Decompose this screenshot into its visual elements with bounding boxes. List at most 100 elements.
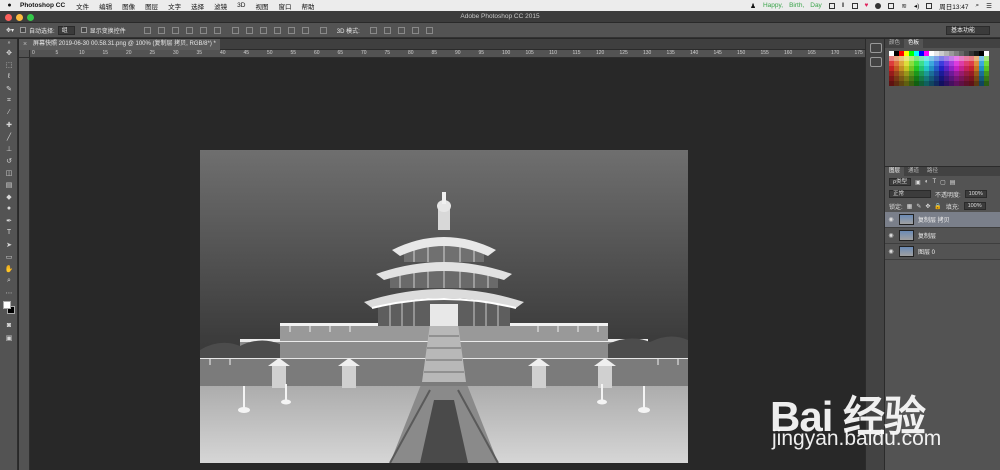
marquee-tool-icon[interactable]: ⬚ [2,59,16,70]
visibility-eye-icon[interactable]: ◉ [885,232,897,239]
workspace-dropdown[interactable]: 基本功能 [945,26,990,35]
visibility-eye-icon[interactable]: ◉ [885,216,897,223]
filter-type-icon[interactable]: T [932,179,936,185]
vertical-ruler[interactable] [19,58,30,470]
3d-pan-icon[interactable] [397,26,405,34]
volume-icon[interactable]: ◂) [914,2,919,10]
dropbox-icon[interactable] [875,2,882,9]
menu-list-icon[interactable]: ☰ [986,2,992,10]
menu-type[interactable]: 文字 [168,1,181,11]
align-left-icon[interactable] [185,26,193,34]
panel-collapse-icon[interactable]: » [2,40,16,46]
lock-move-icon[interactable]: ✥ [925,203,930,210]
distribute-bottom-icon[interactable] [259,26,267,34]
tab-color[interactable]: 颜色 [885,39,904,48]
close-tab-icon[interactable]: × [23,39,27,50]
blur-tool-icon[interactable]: ◆ [2,191,16,202]
type-tool-icon[interactable]: T [2,227,16,238]
pen-tool-icon[interactable]: ✒ [2,215,16,226]
horizontal-ruler[interactable]: 0 5 10 15 20 25 30 35 40 45 50 55 60 65 70 75 80 85 90 95 10… [30,50,865,58]
menu-layer[interactable]: 图层 [145,1,158,11]
filter-pixel-icon[interactable]: ▣ [915,179,921,186]
distribute-left-icon[interactable] [273,26,281,34]
tab-channels[interactable]: 通道 [904,167,923,176]
menu-3d[interactable]: 3D [237,2,245,9]
eraser-tool-icon[interactable]: ◫ [2,167,16,178]
layer-row[interactable]: ◉ 复制层 [885,228,1000,244]
menu-filter[interactable]: 滤镜 [214,1,227,11]
menu-image[interactable]: 图像 [122,1,135,11]
color-swatches[interactable] [2,301,15,317]
filter-shape-icon[interactable]: ▢ [940,179,946,186]
fill-input[interactable]: 100% [963,202,986,210]
align-center-icon[interactable] [199,26,207,34]
distribute-middle-icon[interactable] [245,26,253,34]
screen-mode-icon[interactable]: ▣ [2,332,16,343]
path-select-tool-icon[interactable]: ➤ [2,239,16,250]
bars-icon[interactable]: ‖ [842,2,845,9]
filter-adjust-icon[interactable]: ◐ [925,179,929,185]
layer-filter-dropdown[interactable]: ρ类型 [889,178,912,186]
menu-help[interactable]: 帮助 [301,1,314,11]
3d-scale-icon[interactable] [425,26,433,34]
align-top-icon[interactable] [143,26,151,34]
brush-tool-icon[interactable]: ╱ [2,131,16,142]
move-tool-icon[interactable]: ✥▾ [6,27,14,34]
lock-all-icon[interactable]: 🔒 [934,203,941,210]
heart-icon[interactable]: ♥ [865,2,869,9]
document-tab[interactable]: × 屏幕快照 2019-06-30 00.58.31.png @ 100% (复… [19,39,220,50]
tab-swatches[interactable]: 色板 [904,39,924,48]
align-right-icon[interactable] [213,26,221,34]
foreground-color-swatch[interactable] [3,301,11,309]
screen-icon[interactable] [851,2,858,9]
auto-select-checkbox[interactable] [20,27,27,33]
healing-brush-tool-icon[interactable]: ✚ [2,119,16,130]
history-brush-tool-icon[interactable]: ↺ [2,155,16,166]
menu-window[interactable]: 窗口 [278,1,291,11]
align-bottom-icon[interactable] [171,26,179,34]
more-tools-icon[interactable]: ⋯ [2,287,16,298]
lock-paint-icon[interactable]: ✎ [916,203,921,210]
filter-smart-icon[interactable]: ▤ [950,179,956,186]
zoom-tool-icon[interactable]: ⌕ [2,275,16,286]
swatch-grid[interactable] [889,51,996,86]
tab-layers[interactable]: 图层 [885,167,905,176]
menu-view[interactable]: 视图 [255,1,268,11]
lasso-tool-icon[interactable]: ℓ [2,71,16,82]
eyedropper-tool-icon[interactable]: ⁄ [2,107,16,118]
auto-align-icon[interactable] [319,26,327,34]
auto-select-dropdown[interactable]: 组 [57,25,75,35]
apple-icon[interactable]: ● [5,2,14,9]
crop-tool-icon[interactable]: ⌗ [2,95,16,106]
wifi-icon[interactable]: ≋ [901,2,906,10]
menu-file[interactable]: 文件 [76,1,89,11]
quick-mask-icon[interactable]: ◙ [2,320,16,331]
clipboard-icon[interactable] [828,2,835,9]
color-swatch[interactable] [984,81,989,86]
quick-select-tool-icon[interactable]: ✎ [2,83,16,94]
lock-pixels-icon[interactable]: ▦ [907,203,913,210]
distribute-right-icon[interactable] [301,26,309,34]
dodge-tool-icon[interactable]: ● [2,203,16,214]
menu-edit[interactable]: 编辑 [99,1,112,11]
menu-select[interactable]: 选择 [191,1,204,11]
search-icon[interactable]: ⌕ [976,2,980,10]
app-menu[interactable]: Photoshop CC [20,2,65,9]
battery-icon[interactable] [926,2,933,9]
layer-row[interactable]: ◉ 图层 0 [885,244,1000,260]
tab-paths[interactable]: 路径 [923,167,942,176]
opacity-input[interactable]: 100% [964,190,987,198]
distribute-center-icon[interactable] [287,26,295,34]
3d-slide-icon[interactable] [411,26,419,34]
layer-row[interactable]: ◉ 复制层 拷贝 [885,212,1000,228]
3d-rotate-icon[interactable] [369,26,377,34]
display-icon[interactable] [888,2,895,9]
3d-roll-icon[interactable] [383,26,391,34]
clock[interactable]: 周日13:47 [939,1,968,11]
gradient-tool-icon[interactable]: ▤ [2,179,16,190]
blend-mode-dropdown[interactable]: 正常 [889,190,931,198]
distribute-top-icon[interactable] [231,26,239,34]
move-tool-icon[interactable]: ✥ [2,47,16,58]
visibility-eye-icon[interactable]: ◉ [885,248,897,255]
hand-tool-icon[interactable]: ✋ [2,263,16,274]
